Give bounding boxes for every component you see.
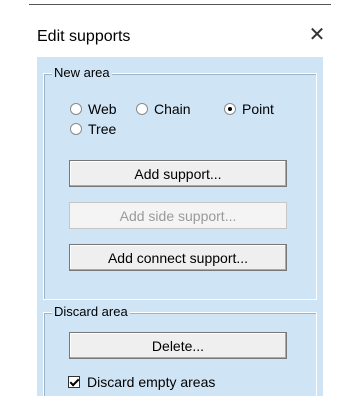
add-support-button[interactable]: Add support... — [69, 160, 287, 187]
close-icon[interactable]: ✕ — [307, 25, 327, 45]
discard-empty-areas-checkbox[interactable]: Discard empty areas — [68, 374, 215, 390]
delete-button[interactable]: Delete... — [69, 332, 287, 359]
radio-web[interactable]: Web — [70, 100, 117, 118]
radio-tree-label: Tree — [88, 121, 117, 137]
top-divider — [29, 4, 331, 5]
radio-chain-label: Chain — [154, 101, 191, 117]
add-side-support-button[interactable]: Add side support... — [69, 202, 287, 229]
discard-area-legend: Discard area — [52, 304, 130, 320]
radio-point-indicator — [224, 103, 236, 115]
checkbox-indicator — [68, 376, 80, 388]
radio-tree[interactable]: Tree — [70, 120, 116, 138]
radio-web-label: Web — [88, 101, 117, 117]
radio-point-label: Point — [242, 101, 274, 117]
dialog-title: Edit supports — [37, 28, 131, 45]
radio-web-indicator — [70, 103, 82, 115]
new-area-legend: New area — [52, 65, 112, 81]
discard-empty-areas-label: Discard empty areas — [87, 374, 216, 390]
edit-supports-dialog: Edit supports ✕ New area Discard area We… — [29, 0, 331, 396]
radio-point[interactable]: Point — [224, 100, 274, 118]
add-connect-support-button[interactable]: Add connect support... — [69, 244, 287, 271]
radio-chain-indicator — [136, 103, 148, 115]
radio-chain[interactable]: Chain — [136, 100, 191, 118]
radio-tree-indicator — [70, 123, 82, 135]
